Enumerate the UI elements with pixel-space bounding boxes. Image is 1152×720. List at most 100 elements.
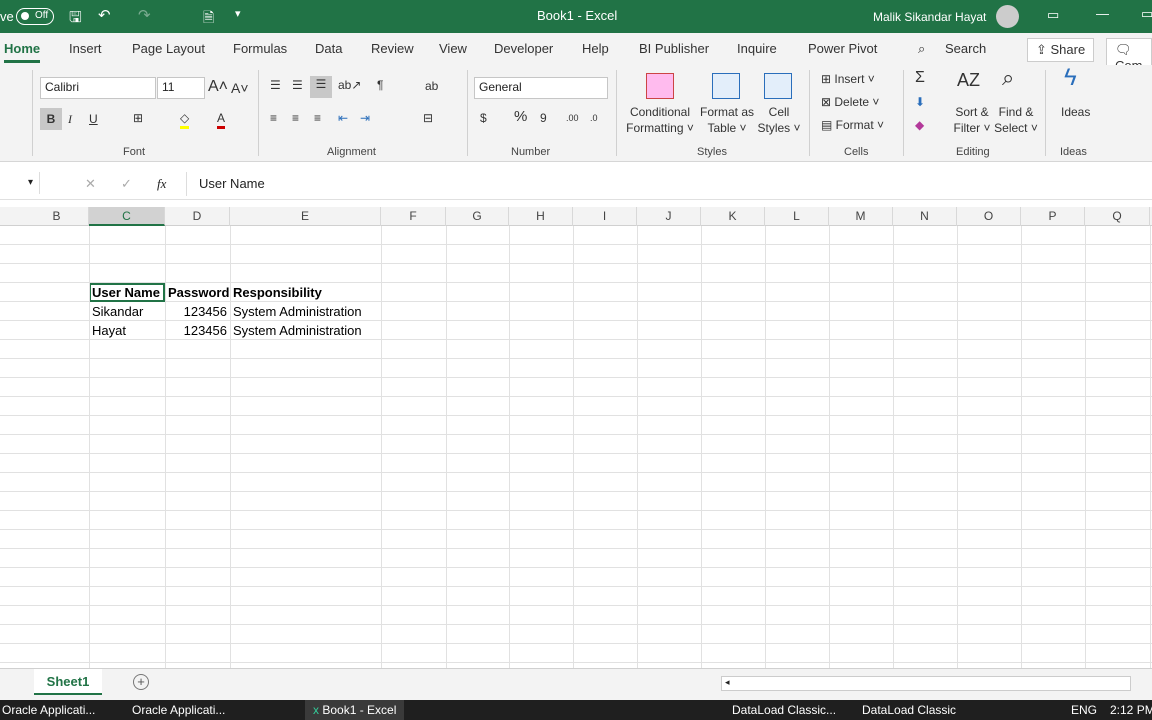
decrease-decimal-icon[interactable]: .0 [590,110,598,126]
number-format-dropdown[interactable]: General [474,77,608,99]
formula-input[interactable]: User Name [186,172,1152,196]
table-header-cell[interactable]: Password [165,283,230,302]
cell-styles-icon[interactable] [764,73,792,99]
text-direction-icon[interactable]: ¶ [377,77,383,93]
find-icon[interactable]: ⌕ [1002,67,1014,89]
column-header-k[interactable]: K [701,207,765,226]
increase-indent-icon[interactable]: ⇥ [360,110,370,126]
taskbar-item[interactable]: DataLoad Classic [862,703,956,717]
format-cells-button[interactable]: ▤ Format ˅ [821,117,884,133]
italic-button[interactable]: I [68,111,72,127]
align-center-icon[interactable]: ≡ [292,110,299,126]
insert-cells-button[interactable]: ⊞ Insert ˅ [821,71,875,87]
column-header-g[interactable]: G [446,207,509,226]
fill-icon[interactable]: ⬇ [915,94,925,110]
fill-color-icon[interactable]: ◇ [180,110,190,129]
font-name-dropdown[interactable]: Calibri [40,77,156,99]
delete-cells-button[interactable]: ⊠ Delete ˅ [821,94,879,110]
underline-button[interactable]: U [89,111,98,127]
percent-icon[interactable]: % [514,109,527,125]
clock[interactable]: 2:12 PM [1110,703,1152,717]
find-select-button[interactable]: Find & Select ˅ [994,104,1038,136]
align-right-icon[interactable]: ≡ [314,110,321,126]
column-header-q[interactable]: Q [1085,207,1150,226]
new-file-icon[interactable]: 🗎 [203,7,214,31]
column-header-n[interactable]: N [893,207,957,226]
table-cell[interactable]: Hayat [89,321,165,340]
tab-developer[interactable]: Developer [494,41,553,56]
tab-insert[interactable]: Insert [69,41,102,56]
table-header-cell[interactable]: Responsibility [230,283,381,302]
column-header-i[interactable]: I [573,207,637,226]
share-button[interactable]: ⇪ Share [1027,38,1095,62]
language-indicator[interactable]: ENG [1071,703,1097,717]
ideas-icon[interactable]: ϟ [1064,66,1077,90]
sort-filter-button[interactable]: Sort & Filter ˅ [950,104,994,136]
user-name[interactable]: Malik Sikandar Hayat [873,10,986,24]
orientation-icon[interactable]: ab↗ [338,77,361,93]
tab-bi-publisher[interactable]: BI Publisher [639,41,709,56]
currency-icon[interactable]: $ [480,110,487,126]
decrease-font-icon[interactable]: A˅ [231,80,249,96]
ribbon-display-icon[interactable]: ▭ [1047,7,1059,23]
cancel-icon[interactable]: ✕ [85,176,96,192]
name-box[interactable]: ▾ [0,172,40,194]
comma-icon[interactable]: 9 [540,110,547,126]
font-color-icon[interactable]: A [217,110,226,129]
table-cell[interactable]: 123456 [165,321,230,340]
fx-icon[interactable]: fx [157,176,166,192]
tab-inquire[interactable]: Inquire [737,41,777,56]
tab-help[interactable]: Help [582,41,609,56]
sort-filter-icon[interactable]: AZ [957,71,980,89]
avatar[interactable] [996,5,1019,28]
column-header-o[interactable]: O [957,207,1021,226]
sheet-tab-sheet1[interactable]: Sheet1 [34,669,102,695]
wrap-text-icon[interactable]: ab [425,78,438,94]
table-cell[interactable]: Sikandar [89,302,165,321]
decrease-indent-icon[interactable]: ⇤ [338,110,348,126]
enter-icon[interactable]: ✓ [121,176,132,192]
taskbar-item-excel[interactable]: x Book1 - Excel [305,700,405,720]
taskbar-item[interactable]: DataLoad Classic... [732,703,836,717]
column-header-e[interactable]: E [230,207,381,226]
borders-icon[interactable]: ⊞ [133,110,143,126]
tab-view[interactable]: View [439,41,467,56]
font-size-dropdown[interactable]: 11 [157,77,205,99]
taskbar-item[interactable]: Oracle Applicati... [2,703,95,717]
column-header-f[interactable]: F [381,207,446,226]
minimize-icon[interactable]: — [1096,6,1109,21]
add-sheet-icon[interactable]: + [133,674,149,690]
column-header-b[interactable]: B [25,207,89,226]
column-header-d[interactable]: D [165,207,230,226]
autosave-toggle[interactable]: Off [16,8,54,25]
column-header-m[interactable]: M [829,207,893,226]
tab-review[interactable]: Review [371,41,414,56]
column-header-p[interactable]: P [1021,207,1085,226]
tab-data[interactable]: Data [315,41,342,56]
table-cell[interactable]: System Administration [230,321,381,340]
customize-qat-icon[interactable]: ▾ [235,7,241,20]
taskbar-item[interactable]: Oracle Applicati... [132,703,225,717]
column-header-j[interactable]: J [637,207,701,226]
autosum-icon[interactable]: Σ [915,70,925,86]
table-cell[interactable]: 123456 [165,302,230,321]
search-box[interactable]: Search [945,41,986,56]
column-header-l[interactable]: L [765,207,829,226]
bold-button[interactable]: B [40,108,62,130]
align-left-icon[interactable]: ≡ [270,110,277,126]
redo-icon[interactable]: ↷ [138,6,151,24]
ideas-button[interactable]: Ideas [1061,104,1090,120]
merge-center-icon[interactable]: ⊟ [423,110,433,126]
undo-icon[interactable]: ↶ [98,6,111,24]
conditional-formatting-button[interactable]: Conditional Formatting ˅ [624,104,696,136]
align-top-icon[interactable]: ☰ [270,77,281,93]
tab-page-layout[interactable]: Page Layout [132,41,205,56]
conditional-formatting-icon[interactable] [646,73,674,99]
align-middle-icon[interactable]: ☰ [292,77,303,93]
clear-icon[interactable]: ◆ [915,117,924,133]
table-header-cell[interactable]: User Name [89,283,165,302]
increase-font-icon[interactable]: A˄ [208,79,228,95]
maximize-icon[interactable]: ▭ [1141,6,1152,22]
tab-power-pivot[interactable]: Power Pivot [808,41,877,56]
format-table-icon[interactable] [712,73,740,99]
